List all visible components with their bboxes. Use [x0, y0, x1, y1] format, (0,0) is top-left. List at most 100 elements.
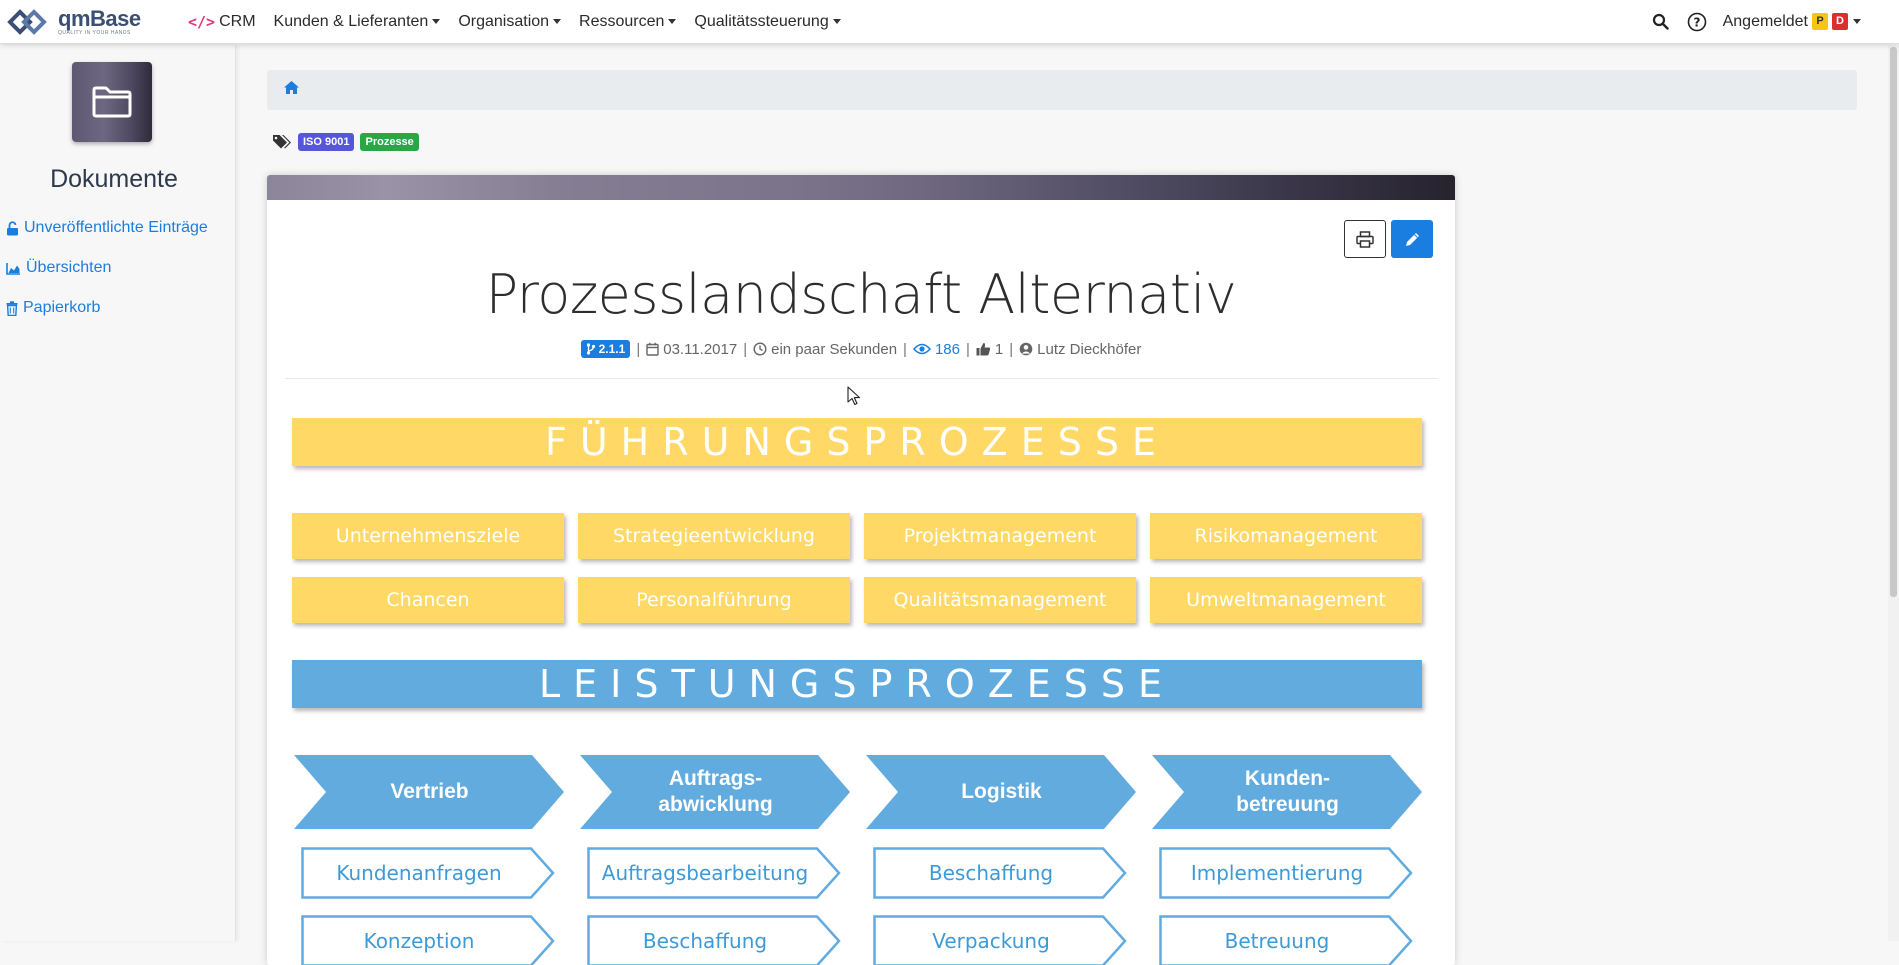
subprocess-label: Implementierung: [1159, 847, 1395, 899]
chevron-label: Vertrieb: [292, 753, 567, 831]
document-title: Prozesslandschaft Alternativ: [267, 263, 1455, 326]
process-qualitaetsmanagement[interactable]: Qualitätsmanagement: [864, 577, 1136, 623]
document-card: Prozesslandschaft Alternativ 2.1.1 | 03.…: [267, 175, 1455, 965]
tag-prozesse[interactable]: Prozesse: [360, 133, 418, 151]
subprocess-betreuung[interactable]: Betreuung: [1159, 915, 1414, 965]
main-menu: </> CRM Kunden & Lieferanten Organisatio…: [188, 13, 859, 31]
user-circle-icon: [1019, 342, 1033, 356]
subprocess-kundenanfragen[interactable]: Kundenanfragen: [301, 847, 556, 899]
process-personalfuehrung[interactable]: Personalführung: [578, 577, 850, 623]
mouse-cursor-icon: [847, 386, 861, 406]
card-banner: [267, 175, 1455, 200]
caret-down-icon: [668, 19, 676, 24]
code-icon: </>: [188, 13, 215, 31]
pencil-icon: [1404, 231, 1421, 248]
eye-icon: [913, 343, 931, 355]
subprocess-beschaffung[interactable]: Beschaffung: [873, 847, 1128, 899]
caret-down-icon: [1853, 19, 1861, 24]
sidebar-link-label: Übersichten: [26, 259, 111, 277]
process-strategieentwicklung[interactable]: Strategieentwicklung: [578, 513, 850, 559]
user-badge-p: P: [1812, 13, 1828, 30]
created-date: 03.11.2017: [646, 341, 737, 358]
nav-organisation[interactable]: Organisation: [458, 13, 561, 31]
version-badge[interactable]: 2.1.1: [581, 340, 631, 358]
nav-qualitaetssteuerung-label: Qualitätssteuerung: [694, 13, 828, 31]
subprocess-beschaffung-2[interactable]: Beschaffung: [587, 915, 842, 965]
author[interactable]: Lutz Dieckhöfer: [1019, 341, 1141, 358]
nav-ressourcen[interactable]: Ressourcen: [579, 13, 676, 31]
top-navbar: qmBase QUALITY IN YOUR HANDS </> CRM Kun…: [0, 0, 1899, 44]
edit-button[interactable]: [1391, 220, 1433, 258]
subprocess-label: Kundenanfragen: [301, 847, 537, 899]
sidebar-link-unpublished[interactable]: Unveröffentlichte Einträge: [6, 219, 208, 237]
subprocess-konzeption[interactable]: Konzeption: [301, 915, 556, 965]
sidebar-link-label: Papierkorb: [23, 299, 100, 317]
subprocess-verpackung[interactable]: Verpackung: [873, 915, 1128, 965]
calendar-icon: [646, 342, 659, 356]
subprocess-implementierung[interactable]: Implementierung: [1159, 847, 1414, 899]
logo-name: qmBase: [58, 8, 141, 30]
sidebar-title: Dokumente: [0, 165, 228, 194]
created-date-label: 03.11.2017: [663, 341, 737, 358]
search-icon[interactable]: [1652, 13, 1669, 30]
view-count[interactable]: 186: [913, 341, 960, 358]
area-chart-icon: [6, 262, 21, 275]
core-processes-heading: LEISTUNGSPROZESSE: [292, 660, 1422, 708]
subprocess-label: Betreuung: [1159, 915, 1395, 965]
document-meta: 2.1.1 | 03.11.2017 | ein paar Sekunden |…: [267, 340, 1455, 358]
unlock-icon: [6, 221, 19, 236]
like-count-label: 1: [995, 341, 1003, 358]
print-icon: [1356, 231, 1374, 248]
nav-ressourcen-label: Ressourcen: [579, 13, 664, 31]
trash-icon: [6, 301, 18, 316]
tag-list: ISO 9001 Prozesse: [272, 133, 419, 151]
subprocess-label: Verpackung: [873, 915, 1109, 965]
nav-kunden-lieferanten[interactable]: Kunden & Lieferanten: [274, 13, 441, 31]
divider: [285, 378, 1437, 379]
nav-organisation-label: Organisation: [458, 13, 549, 31]
nav-right: ? Angemeldet P D: [1634, 12, 1861, 32]
sidebar-link-trash[interactable]: Papierkorb: [6, 299, 100, 317]
user-menu[interactable]: Angemeldet P D: [1723, 13, 1861, 31]
process-chancen[interactable]: Chancen: [292, 577, 564, 623]
folder-tile: [72, 62, 152, 142]
logo-icon: [6, 6, 54, 38]
sidebar: Dokumente Unveröffentlichte Einträge Übe…: [0, 45, 236, 941]
modified-time: ein paar Sekunden: [753, 341, 897, 358]
view-count-label: 186: [935, 341, 960, 358]
thumbs-up-icon: [976, 342, 991, 356]
nav-crm-label: CRM: [219, 13, 255, 31]
help-icon[interactable]: ?: [1687, 12, 1707, 32]
breadcrumb: [267, 70, 1857, 110]
author-label: Lutz Dieckhöfer: [1037, 341, 1141, 358]
chevron-label: Logistik: [864, 753, 1139, 831]
nav-qualitaetssteuerung[interactable]: Qualitätssteuerung: [694, 13, 840, 31]
process-projektmanagement[interactable]: Projektmanagement: [864, 513, 1136, 559]
modified-time-label: ein paar Sekunden: [771, 341, 897, 358]
like-count[interactable]: 1: [976, 341, 1003, 358]
logo-tagline: QUALITY IN YOUR HANDS: [58, 31, 141, 36]
sidebar-link-overviews[interactable]: Übersichten: [6, 259, 111, 277]
chevron-label: Auftrags- abwicklung: [578, 753, 853, 831]
process-umweltmanagement[interactable]: Umweltmanagement: [1150, 577, 1422, 623]
chevron-logistik[interactable]: Logistik: [864, 753, 1139, 831]
folder-icon: [91, 85, 133, 119]
nav-crm[interactable]: </> CRM: [188, 13, 256, 31]
print-button[interactable]: [1344, 220, 1386, 258]
process-risikomanagement[interactable]: Risikomanagement: [1150, 513, 1422, 559]
subprocess-label: Auftragsbearbeitung: [587, 847, 823, 899]
logo[interactable]: qmBase QUALITY IN YOUR HANDS: [6, 2, 156, 42]
sidebar-link-label: Unveröffentlichte Einträge: [24, 219, 208, 237]
home-icon[interactable]: [283, 80, 300, 100]
chevron-vertrieb[interactable]: Vertrieb: [292, 753, 567, 831]
chevron-auftragsabwicklung[interactable]: Auftrags- abwicklung: [578, 753, 853, 831]
chevron-kundenbetreuung[interactable]: Kunden- betreuung: [1150, 753, 1425, 831]
tag-iso-9001[interactable]: ISO 9001: [298, 133, 354, 151]
nav-kunden-lieferanten-label: Kunden & Lieferanten: [274, 13, 429, 31]
subprocess-label: Beschaffung: [587, 915, 823, 965]
subprocess-label: Konzeption: [301, 915, 537, 965]
scrollbar-thumb[interactable]: [1890, 47, 1897, 597]
subprocess-auftragsbearbeitung[interactable]: Auftragsbearbeitung: [587, 847, 842, 899]
management-processes-heading: FÜHRUNGSPROZESSE: [292, 418, 1422, 466]
process-unternehmensziele[interactable]: Unternehmensziele: [292, 513, 564, 559]
